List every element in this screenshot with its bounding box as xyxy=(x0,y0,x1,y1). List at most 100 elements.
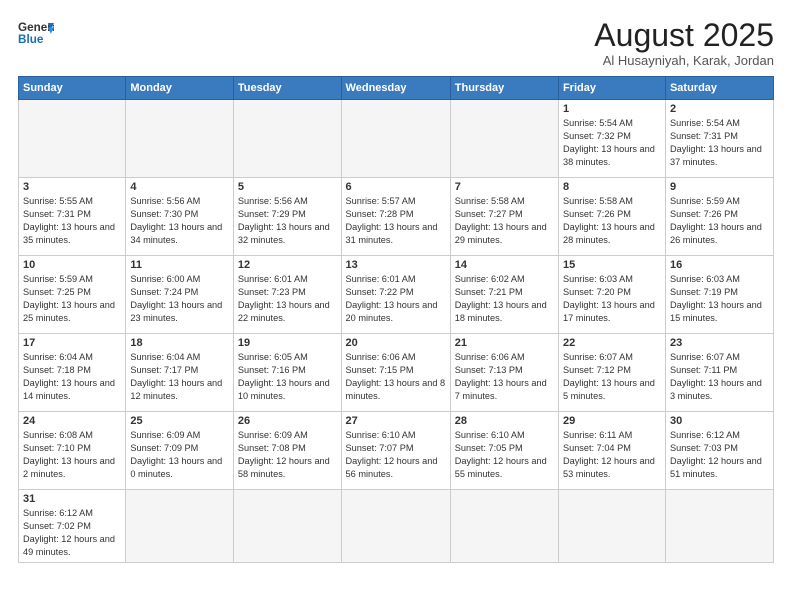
calendar-week-row: 3 Sunrise: 5:55 AM Sunset: 7:31 PM Daylig… xyxy=(19,178,774,256)
day-number: 2 xyxy=(670,103,769,115)
calendar-cell: 23 Sunrise: 6:07 AM Sunset: 7:11 PM Dayli… xyxy=(665,334,773,412)
col-saturday: Saturday xyxy=(665,77,773,100)
logo-icon: General Blue xyxy=(18,18,54,46)
day-number: 28 xyxy=(455,415,554,427)
calendar-cell xyxy=(665,490,773,563)
calendar-week-row: 10 Sunrise: 5:59 AM Sunset: 7:25 PM Dayli… xyxy=(19,256,774,334)
day-info: Sunrise: 6:04 AM Sunset: 7:17 PM Dayligh… xyxy=(130,351,229,403)
calendar-header-row: Sunday Monday Tuesday Wednesday Thursday… xyxy=(19,77,774,100)
day-info: Sunrise: 6:10 AM Sunset: 7:07 PM Dayligh… xyxy=(346,429,446,481)
calendar-cell: 28Sunrise: 6:10 AM Sunset: 7:05 PM Dayli… xyxy=(450,412,558,490)
calendar-cell xyxy=(450,100,558,178)
calendar-cell xyxy=(19,100,126,178)
day-number: 19 xyxy=(238,337,337,349)
calendar-cell: 5Sunrise: 5:56 AM Sunset: 7:29 PM Daylig… xyxy=(233,178,341,256)
calendar-cell: 25Sunrise: 6:09 AM Sunset: 7:09 PM Dayli… xyxy=(126,412,234,490)
calendar-cell: 21 Sunrise: 6:06 AM Sunset: 7:13 PM Dayli… xyxy=(450,334,558,412)
day-number: 7 xyxy=(455,181,554,193)
day-number: 14 xyxy=(455,259,554,271)
calendar-cell: 20Sunrise: 6:06 AM Sunset: 7:15 PM Dayli… xyxy=(341,334,450,412)
day-info: Sunrise: 6:01 AM Sunset: 7:23 PM Dayligh… xyxy=(238,273,337,325)
calendar-cell xyxy=(341,490,450,563)
subtitle: Al Husayniyah, Karak, Jordan xyxy=(594,53,774,68)
calendar-cell: 22 Sunrise: 6:07 AM Sunset: 7:12 PM Dayli… xyxy=(558,334,665,412)
day-number: 21 xyxy=(455,337,554,349)
calendar-cell: 9 Sunrise: 5:59 AM Sunset: 7:26 PM Daylig… xyxy=(665,178,773,256)
day-number: 26 xyxy=(238,415,337,427)
day-info: Sunrise: 6:08 AM Sunset: 7:10 PM Dayligh… xyxy=(23,429,121,481)
calendar-cell: 3 Sunrise: 5:55 AM Sunset: 7:31 PM Daylig… xyxy=(19,178,126,256)
day-info: Sunrise: 5:56 AM Sunset: 7:30 PM Dayligh… xyxy=(130,195,229,247)
day-number: 30 xyxy=(670,415,769,427)
day-number: 3 xyxy=(23,181,121,193)
day-info: Sunrise: 6:05 AM Sunset: 7:16 PM Dayligh… xyxy=(238,351,337,403)
calendar-cell: 6Sunrise: 5:57 AM Sunset: 7:28 PM Daylig… xyxy=(341,178,450,256)
day-number: 6 xyxy=(346,181,446,193)
calendar-cell: 11Sunrise: 6:00 AM Sunset: 7:24 PM Dayli… xyxy=(126,256,234,334)
day-number: 9 xyxy=(670,181,769,193)
day-number: 27 xyxy=(346,415,446,427)
day-info: Sunrise: 6:12 AM Sunset: 7:02 PM Dayligh… xyxy=(23,507,121,559)
calendar-cell: 8Sunrise: 5:58 AM Sunset: 7:26 PM Daylig… xyxy=(558,178,665,256)
calendar-cell: 1 Sunrise: 5:54 AM Sunset: 7:32 PM Daylig… xyxy=(558,100,665,178)
calendar-week-row: 31 Sunrise: 6:12 AM Sunset: 7:02 PM Dayli… xyxy=(19,490,774,563)
calendar-cell: 31 Sunrise: 6:12 AM Sunset: 7:02 PM Dayli… xyxy=(19,490,126,563)
day-number: 24 xyxy=(23,415,121,427)
header: General Blue August 2025 Al Husayniyah, … xyxy=(18,18,774,68)
calendar-cell: 26Sunrise: 6:09 AM Sunset: 7:08 PM Dayli… xyxy=(233,412,341,490)
calendar-week-row: 1 Sunrise: 5:54 AM Sunset: 7:32 PM Daylig… xyxy=(19,100,774,178)
svg-text:Blue: Blue xyxy=(18,33,44,46)
calendar-cell: 7 Sunrise: 5:58 AM Sunset: 7:27 PM Daylig… xyxy=(450,178,558,256)
calendar-cell: 16 Sunrise: 6:03 AM Sunset: 7:19 PM Dayli… xyxy=(665,256,773,334)
day-info: Sunrise: 6:07 AM Sunset: 7:12 PM Dayligh… xyxy=(563,351,661,403)
day-number: 18 xyxy=(130,337,229,349)
day-number: 16 xyxy=(670,259,769,271)
day-number: 31 xyxy=(23,493,121,505)
calendar-cell: 13Sunrise: 6:01 AM Sunset: 7:22 PM Dayli… xyxy=(341,256,450,334)
calendar-table: Sunday Monday Tuesday Wednesday Thursday… xyxy=(18,76,774,563)
calendar-cell: 29 Sunrise: 6:11 AM Sunset: 7:04 PM Dayli… xyxy=(558,412,665,490)
day-number: 10 xyxy=(23,259,121,271)
calendar-cell: 15Sunrise: 6:03 AM Sunset: 7:20 PM Dayli… xyxy=(558,256,665,334)
day-info: Sunrise: 6:03 AM Sunset: 7:19 PM Dayligh… xyxy=(670,273,769,325)
calendar-cell: 17Sunrise: 6:04 AM Sunset: 7:18 PM Dayli… xyxy=(19,334,126,412)
day-info: Sunrise: 6:06 AM Sunset: 7:15 PM Dayligh… xyxy=(346,351,446,403)
calendar-cell xyxy=(341,100,450,178)
calendar-cell xyxy=(126,490,234,563)
day-number: 4 xyxy=(130,181,229,193)
calendar-week-row: 17Sunrise: 6:04 AM Sunset: 7:18 PM Dayli… xyxy=(19,334,774,412)
day-info: Sunrise: 6:00 AM Sunset: 7:24 PM Dayligh… xyxy=(130,273,229,325)
day-info: Sunrise: 6:06 AM Sunset: 7:13 PM Dayligh… xyxy=(455,351,554,403)
day-info: Sunrise: 5:56 AM Sunset: 7:29 PM Dayligh… xyxy=(238,195,337,247)
calendar-cell: 18 Sunrise: 6:04 AM Sunset: 7:17 PM Dayli… xyxy=(126,334,234,412)
col-monday: Monday xyxy=(126,77,234,100)
calendar-cell: 4 Sunrise: 5:56 AM Sunset: 7:30 PM Daylig… xyxy=(126,178,234,256)
col-thursday: Thursday xyxy=(450,77,558,100)
day-info: Sunrise: 5:59 AM Sunset: 7:25 PM Dayligh… xyxy=(23,273,121,325)
day-number: 8 xyxy=(563,181,661,193)
day-info: Sunrise: 6:11 AM Sunset: 7:04 PM Dayligh… xyxy=(563,429,661,481)
day-number: 23 xyxy=(670,337,769,349)
day-info: Sunrise: 5:59 AM Sunset: 7:26 PM Dayligh… xyxy=(670,195,769,247)
day-info: Sunrise: 5:58 AM Sunset: 7:27 PM Dayligh… xyxy=(455,195,554,247)
day-number: 22 xyxy=(563,337,661,349)
logo: General Blue xyxy=(18,18,54,46)
calendar-cell xyxy=(558,490,665,563)
day-number: 1 xyxy=(563,103,661,115)
day-number: 17 xyxy=(23,337,121,349)
day-info: Sunrise: 6:07 AM Sunset: 7:11 PM Dayligh… xyxy=(670,351,769,403)
day-info: Sunrise: 6:02 AM Sunset: 7:21 PM Dayligh… xyxy=(455,273,554,325)
calendar-cell: 2Sunrise: 5:54 AM Sunset: 7:31 PM Daylig… xyxy=(665,100,773,178)
calendar-cell: 12Sunrise: 6:01 AM Sunset: 7:23 PM Dayli… xyxy=(233,256,341,334)
page: General Blue August 2025 Al Husayniyah, … xyxy=(0,0,792,612)
day-number: 29 xyxy=(563,415,661,427)
day-info: Sunrise: 5:55 AM Sunset: 7:31 PM Dayligh… xyxy=(23,195,121,247)
calendar-cell: 14 Sunrise: 6:02 AM Sunset: 7:21 PM Dayli… xyxy=(450,256,558,334)
col-friday: Friday xyxy=(558,77,665,100)
col-wednesday: Wednesday xyxy=(341,77,450,100)
calendar-cell xyxy=(233,100,341,178)
day-number: 15 xyxy=(563,259,661,271)
calendar-week-row: 24 Sunrise: 6:08 AM Sunset: 7:10 PM Dayli… xyxy=(19,412,774,490)
day-info: Sunrise: 5:54 AM Sunset: 7:32 PM Dayligh… xyxy=(563,117,661,169)
calendar-cell xyxy=(450,490,558,563)
